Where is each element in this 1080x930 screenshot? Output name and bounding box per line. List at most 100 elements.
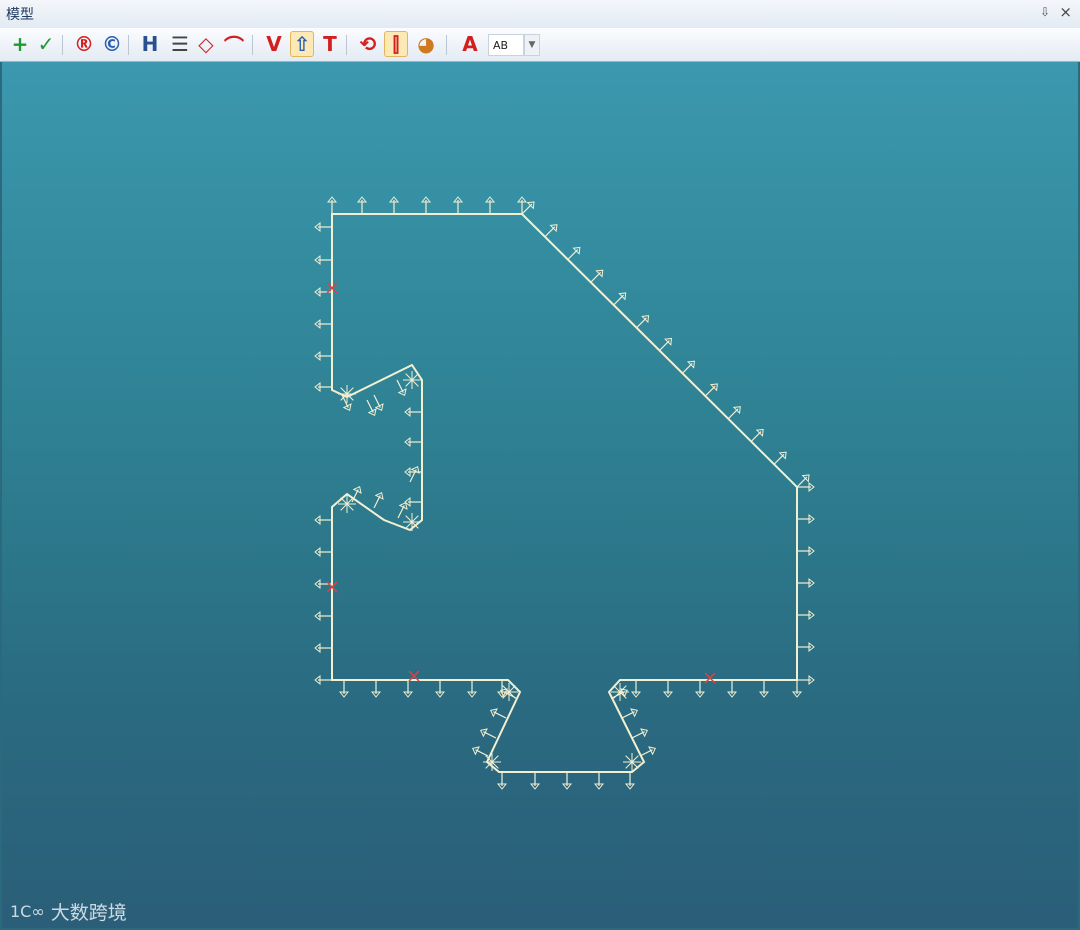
- plus-icon: +: [11, 32, 29, 56]
- normal-arrow: [338, 680, 350, 698]
- normal-arrow: [466, 680, 478, 698]
- normal-arrow: [726, 680, 738, 698]
- arc-icon: ⌒: [224, 33, 244, 58]
- normal-arrow: [404, 496, 422, 508]
- normal-arrow: [631, 728, 649, 739]
- fillet-arrows: [611, 683, 629, 701]
- font-icon: A: [462, 32, 478, 56]
- normal-arrow: [796, 474, 810, 488]
- model-viewport[interactable]: [2, 62, 1078, 928]
- normal-arrow: [621, 708, 639, 719]
- watermark-text: 大数跨境: [50, 902, 127, 924]
- constraint-marker[interactable]: [704, 672, 716, 684]
- normal-arrow: [750, 428, 764, 442]
- normal-arrow: [630, 680, 642, 698]
- color-button[interactable]: ◕: [414, 31, 438, 57]
- model-profile[interactable]: [331, 213, 798, 773]
- normal-arrow: [704, 383, 718, 397]
- normal-arrow: [694, 680, 706, 698]
- vertex-button[interactable]: V: [262, 31, 286, 57]
- normal-arrow: [797, 641, 815, 653]
- bar-button[interactable]: ⫿: [384, 31, 408, 57]
- toolbar-separator: [446, 35, 447, 55]
- normal-arrow: [471, 746, 489, 757]
- normal-arrow: [434, 680, 446, 698]
- fillet-arrows: [338, 495, 356, 513]
- palette-icon: ◕: [417, 32, 435, 56]
- registered-button[interactable]: ®: [72, 31, 96, 57]
- normal-arrow: [314, 610, 332, 622]
- normal-arrow: [409, 465, 420, 483]
- normal-arrow: [404, 406, 422, 418]
- normal-arrow: [314, 546, 332, 558]
- normal-arrow: [797, 674, 815, 686]
- link-button[interactable]: ⟲: [356, 31, 380, 57]
- toolbar: + ✓ ® © H ☰ ◇ ⌒ V ⇧ T ⟲ ⫿ ◕ A: [0, 28, 1080, 62]
- normal-arrow: [314, 674, 332, 686]
- normal-arrow: [314, 318, 332, 330]
- normal-arrow: [662, 680, 674, 698]
- text-button[interactable]: T: [318, 31, 342, 57]
- model-canvas[interactable]: [2, 62, 1078, 928]
- text-style-field[interactable]: AB: [488, 34, 524, 56]
- registered-icon: ®: [74, 32, 94, 56]
- normal-arrow: [496, 772, 508, 790]
- toolbar-separator: [252, 35, 253, 55]
- normal-arrow: [356, 196, 368, 214]
- normal-arrow: [773, 451, 787, 465]
- normal-arrow: [624, 772, 636, 790]
- fillet-arrows: [500, 683, 518, 701]
- normal-arrow: [613, 292, 627, 306]
- toolbar-separator: [346, 35, 347, 55]
- normal-arrow: [797, 577, 815, 589]
- normal-arrow: [373, 394, 384, 412]
- fillet-arrows: [403, 371, 421, 389]
- normal-arrow: [521, 201, 535, 215]
- toolbar-separator: [62, 35, 63, 55]
- normal-arrow: [484, 196, 496, 214]
- chevron-down-icon[interactable]: ▼: [524, 34, 540, 56]
- normal-arrow: [366, 399, 377, 417]
- line-button[interactable]: ⌒: [222, 31, 246, 58]
- copyright-button[interactable]: ©: [100, 31, 124, 57]
- normal-arrow: [314, 350, 332, 362]
- normal-arrow: [791, 680, 803, 698]
- pin-icon[interactable]: ⇩: [1040, 5, 1050, 19]
- normal-arrow: [314, 286, 332, 298]
- fillet-arrows: [403, 513, 421, 531]
- normal-arrow: [544, 224, 558, 238]
- diamond-icon: ◇: [198, 32, 214, 56]
- copyright-icon: ©: [102, 32, 122, 56]
- list-button[interactable]: ☰: [168, 31, 192, 57]
- normal-arrow: [314, 254, 332, 266]
- confirm-button[interactable]: ✓: [34, 31, 58, 57]
- normal-arrow: [326, 196, 338, 214]
- normal-arrow: [681, 360, 696, 374]
- normal-arrow: [636, 315, 650, 329]
- normal-arrow: [314, 221, 332, 233]
- bars-icon: ⫿: [392, 32, 400, 56]
- up-arrow-button[interactable]: ⇧: [290, 31, 314, 57]
- save-button[interactable]: H: [138, 31, 162, 57]
- normal-arrow: [489, 708, 507, 719]
- normal-arrow: [396, 379, 407, 397]
- normal-arrow: [370, 680, 382, 698]
- close-button[interactable]: ×: [1059, 3, 1072, 21]
- normal-arrow: [797, 609, 815, 621]
- fillet-arrows: [338, 385, 356, 403]
- up-arrow-icon: ⇧: [293, 32, 311, 56]
- normal-arrow: [797, 545, 815, 557]
- font-button[interactable]: A: [458, 31, 482, 57]
- vertex-icon: V: [266, 32, 282, 56]
- normal-arrow: [758, 680, 770, 698]
- diamond-button[interactable]: ◇: [194, 31, 218, 57]
- normal-arrow: [529, 772, 541, 790]
- normal-arrow: [590, 269, 604, 283]
- normal-arrow: [797, 513, 815, 525]
- normal-arrow: [452, 196, 464, 214]
- fillet-arrows: [623, 753, 641, 771]
- normal-arrow: [314, 381, 332, 393]
- normal-arrow: [314, 642, 332, 654]
- add-button[interactable]: +: [8, 31, 32, 57]
- fillet-arrows: [483, 753, 501, 771]
